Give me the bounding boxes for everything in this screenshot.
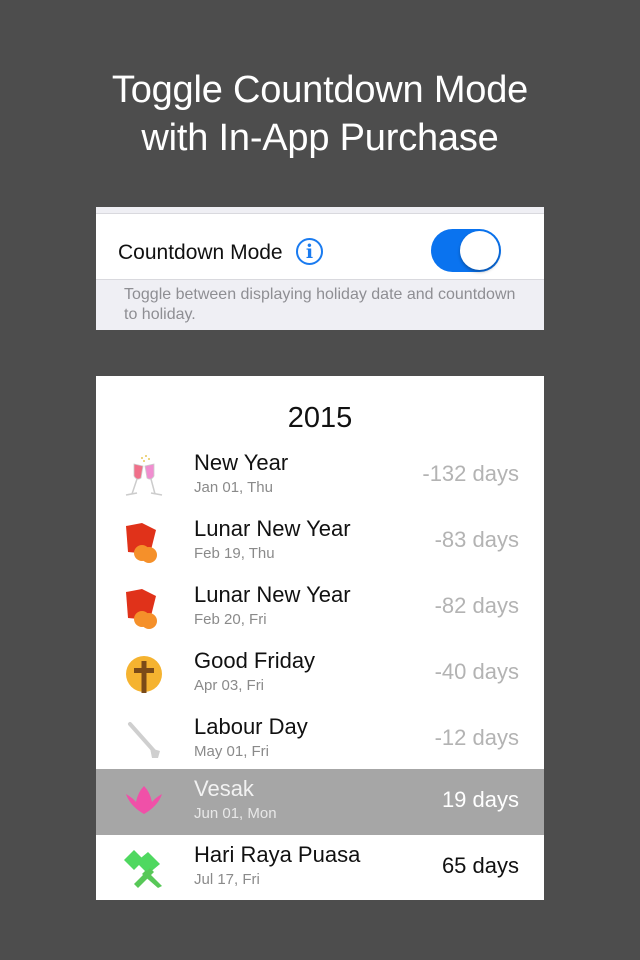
holiday-countdown: 19 days xyxy=(441,787,519,812)
holiday-name: Good Friday xyxy=(194,648,316,673)
headline-line-1: Toggle Countdown Mode xyxy=(111,69,529,111)
red-packet-icon xyxy=(126,523,157,563)
holiday-date: Jan 01, Thu xyxy=(194,479,273,496)
holiday-name: Lunar New Year xyxy=(194,582,351,607)
holiday-date: May 01, Fri xyxy=(194,743,270,760)
holiday-date: Jul 17, Fri xyxy=(194,871,260,888)
countdown-mode-label: Countdown Mode xyxy=(118,241,283,264)
holiday-countdown: -12 days xyxy=(434,725,519,750)
lotus-icon xyxy=(126,786,162,814)
champagne-glasses-icon xyxy=(125,455,163,496)
list-item[interactable]: Labour Day May 01, Fri -12 days xyxy=(96,707,544,773)
red-packet-icon xyxy=(126,589,157,629)
list-item[interactable]: New Year Jan 01, Thu -132 days xyxy=(96,443,544,509)
list-item[interactable]: Lunar New Year Feb 19, Thu -83 days xyxy=(96,509,544,575)
info-circle-icon[interactable]: i xyxy=(296,238,323,265)
holiday-countdown: -40 days xyxy=(434,659,519,684)
list-item[interactable]: Good Friday Apr 03, Fri -40 days xyxy=(96,641,544,707)
cross-icon xyxy=(126,656,162,693)
holiday-countdown: 65 days xyxy=(441,853,519,878)
countdown-mode-description: Toggle between displaying holiday date a… xyxy=(124,286,516,323)
holiday-countdown: -132 days xyxy=(422,461,519,486)
holiday-name: Lunar New Year xyxy=(194,516,351,541)
holiday-date: Feb 19, Thu xyxy=(194,545,275,562)
list-item[interactable]: Hari Raya Puasa Jul 17, Fri 65 days xyxy=(96,835,544,900)
holiday-name: Labour Day xyxy=(194,714,308,739)
countdown-mode-row: Countdown Mode i xyxy=(96,214,544,280)
holiday-name: Hari Raya Puasa xyxy=(194,842,361,867)
settings-panel: Countdown Mode i Toggle between displayi… xyxy=(96,207,544,330)
holiday-date: Feb 20, Fri xyxy=(194,611,267,628)
year-header: 2015 xyxy=(287,402,353,434)
list-item[interactable]: Lunar New Year Feb 20, Fri -82 days xyxy=(96,575,544,641)
headline: Toggle Countdown Mode with In-App Purcha… xyxy=(0,66,640,162)
wrench-icon xyxy=(128,722,160,758)
holiday-countdown: -82 days xyxy=(434,593,519,618)
holiday-name: Vesak xyxy=(194,776,254,801)
list-item-selected[interactable]: Vesak Jun 01, Mon 19 days xyxy=(96,769,544,835)
holiday-countdown: -83 days xyxy=(434,527,519,552)
countdown-mode-toggle[interactable] xyxy=(431,229,501,272)
holiday-date: Jun 01, Mon xyxy=(194,805,277,822)
ketupat-icon xyxy=(124,850,162,888)
holiday-name: New Year xyxy=(194,450,289,475)
holiday-list: 2015 New Year Jan 01, Thu -132 days Luna… xyxy=(96,376,544,900)
holiday-date: Apr 03, Fri xyxy=(194,677,265,694)
toggle-knob xyxy=(460,231,499,270)
headline-line-2: with In-App Purchase xyxy=(141,117,499,159)
